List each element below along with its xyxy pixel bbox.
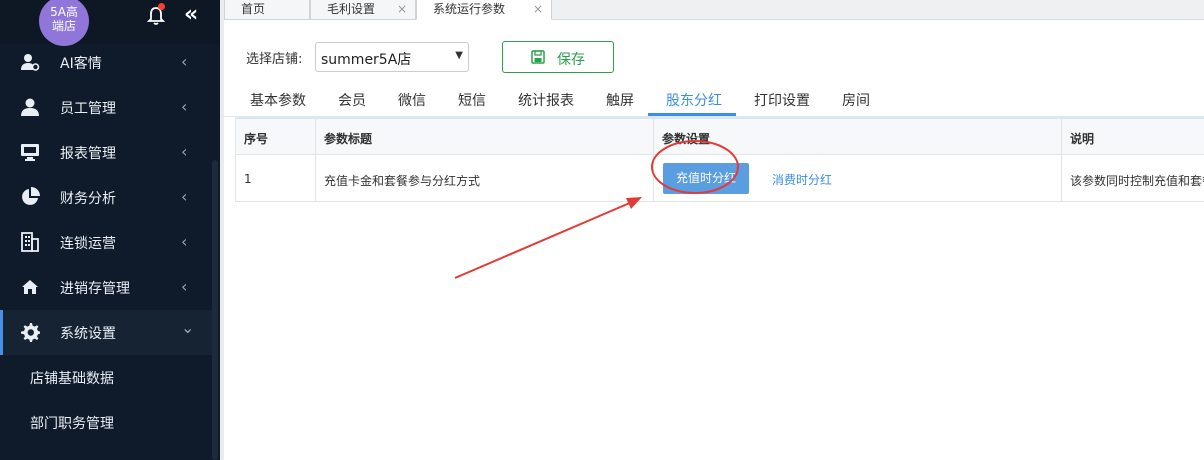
header-description: 说明 [1070, 132, 1095, 146]
divider [220, 0, 224, 460]
user-tag-icon [21, 54, 40, 71]
tab-label: 系统运行参数 [433, 2, 506, 16]
tab-member[interactable]: 会员 [338, 90, 366, 110]
gear-icon [21, 323, 40, 342]
chevron-left-icon: ‹ [181, 232, 188, 251]
sidebar-item-ai-keqing[interactable]: AI客情 ‹ [0, 40, 212, 85]
row-param-title: 充值卡金和套餐参与分红方式 [316, 155, 654, 201]
sidebar-subitem-department-roles[interactable]: 部门职务管理 [0, 400, 212, 445]
tab-label: 首页 [241, 2, 266, 16]
store-avatar-line2: 端店 [51, 19, 76, 33]
sidebar-subitem-label: 部门职务管理 [30, 416, 114, 432]
tab-stat-reports[interactable]: 统计报表 [518, 90, 574, 110]
sidebar-item-finance[interactable]: 财务分析 ‹ [0, 175, 212, 220]
tab-sms[interactable]: 短信 [458, 90, 486, 110]
params-table: 序号 参数标题 参数设置 说明 1 充值卡金和套餐参与分红方式 该参数同时控制充… [235, 117, 1204, 202]
tab-touchscreen[interactable]: 触屏 [606, 90, 634, 110]
sidebar-subitem-label: 店铺基础数据 [30, 371, 114, 387]
main-content: 首页 毛利设置 × 系统运行参数 × 选择店铺: summer5A店 ▼ 保存 … [220, 0, 1204, 460]
sidebar-scrollbar[interactable] [212, 160, 218, 460]
page-tabbar: 首页 毛利设置 × 系统运行参数 × [224, 0, 1204, 20]
option-consume-dividend-link[interactable]: 消费时分红 [772, 171, 832, 188]
sidebar-item-label: 员工管理 [60, 101, 116, 117]
pie-chart-icon [22, 187, 40, 205]
chevron-left-icon: ‹ [181, 52, 188, 71]
row-description: 该参数同时控制充值和套餐 [1070, 174, 1204, 188]
building-icon [21, 232, 39, 252]
option-recharge-dividend-button[interactable]: 充值时分红 [663, 163, 749, 194]
store-avatar-line1: 5A高 [50, 5, 78, 19]
tab-label: 毛利设置 [327, 2, 376, 16]
tab-print-settings[interactable]: 打印设置 [754, 90, 810, 110]
sidebar-item-label: 报表管理 [60, 146, 116, 162]
save-button[interactable]: 保存 [502, 41, 614, 73]
save-button-label: 保存 [557, 52, 585, 68]
sidebar-item-label: 连锁运营 [60, 236, 116, 252]
tab-wechat[interactable]: 微信 [398, 90, 426, 110]
tab-system-params[interactable]: 系统运行参数 × [416, 0, 552, 20]
header-param-setting: 参数设置 [654, 119, 1062, 154]
chevron-down-icon: ⌄ [181, 318, 195, 337]
sidebar-subitem-store-basic-data[interactable]: 店铺基础数据 [0, 355, 212, 400]
home-icon [22, 280, 38, 294]
sidebar-header: 5A高 端店 « [0, 0, 220, 46]
sidebar-item-reports[interactable]: 报表管理 ‹ [0, 130, 212, 175]
sidebar-item-staff[interactable]: 员工管理 ‹ [0, 85, 212, 130]
user-icon [21, 98, 39, 116]
tab-shareholder-dividend[interactable]: 股东分红 [666, 90, 722, 110]
sidebar-item-label: AI客情 [60, 56, 102, 72]
tab-margin-settings[interactable]: 毛利设置 × [310, 0, 416, 20]
close-icon[interactable]: × [397, 0, 407, 18]
chevron-left-icon: ‹ [181, 277, 188, 296]
header-index: 序号 [236, 119, 316, 154]
sidebar-item-chain[interactable]: 连锁运营 ‹ [0, 220, 212, 265]
header-param-title: 参数标题 [316, 119, 654, 154]
caret-down-icon: ▼ [455, 50, 463, 61]
notification-dot [158, 3, 165, 10]
chevron-left-icon: ‹ [181, 97, 188, 116]
store-select[interactable]: summer5A店 ▼ [315, 42, 469, 72]
collapse-sidebar-icon[interactable]: « [184, 4, 204, 27]
sidebar-item-label: 财务分析 [60, 191, 116, 207]
tab-rooms[interactable]: 房间 [842, 90, 870, 110]
active-tab-indicator [648, 113, 736, 116]
store-select-value: summer5A店 [321, 52, 412, 68]
monitor-icon [21, 144, 39, 161]
row-index: 1 [236, 155, 316, 201]
chevron-left-icon: ‹ [181, 187, 188, 206]
sidebar-item-label: 系统设置 [60, 326, 116, 342]
sidebar-item-label: 进销存管理 [60, 281, 130, 297]
tab-home[interactable]: 首页 [224, 0, 310, 20]
chevron-left-icon: ‹ [181, 142, 188, 161]
sidebar: 5A高 端店 « AI客情 ‹ 员工管理 ‹ 报表管理 ‹ 财务分析 ‹ 连锁运… [0, 0, 220, 460]
table-row: 1 充值卡金和套餐参与分红方式 该参数同时控制充值和套餐 充值时分红 消费时分红 [236, 155, 1204, 201]
floppy-disk-icon [531, 50, 545, 64]
sidebar-item-inventory[interactable]: 进销存管理 ‹ [0, 265, 212, 310]
tab-basic-params[interactable]: 基本参数 [250, 90, 306, 110]
sidebar-item-system-settings[interactable]: 系统设置 ⌄ [0, 310, 212, 355]
table-header: 序号 参数标题 参数设置 说明 [236, 117, 1204, 155]
close-icon[interactable]: × [533, 0, 543, 18]
store-select-label: 选择店铺: [246, 52, 303, 67]
